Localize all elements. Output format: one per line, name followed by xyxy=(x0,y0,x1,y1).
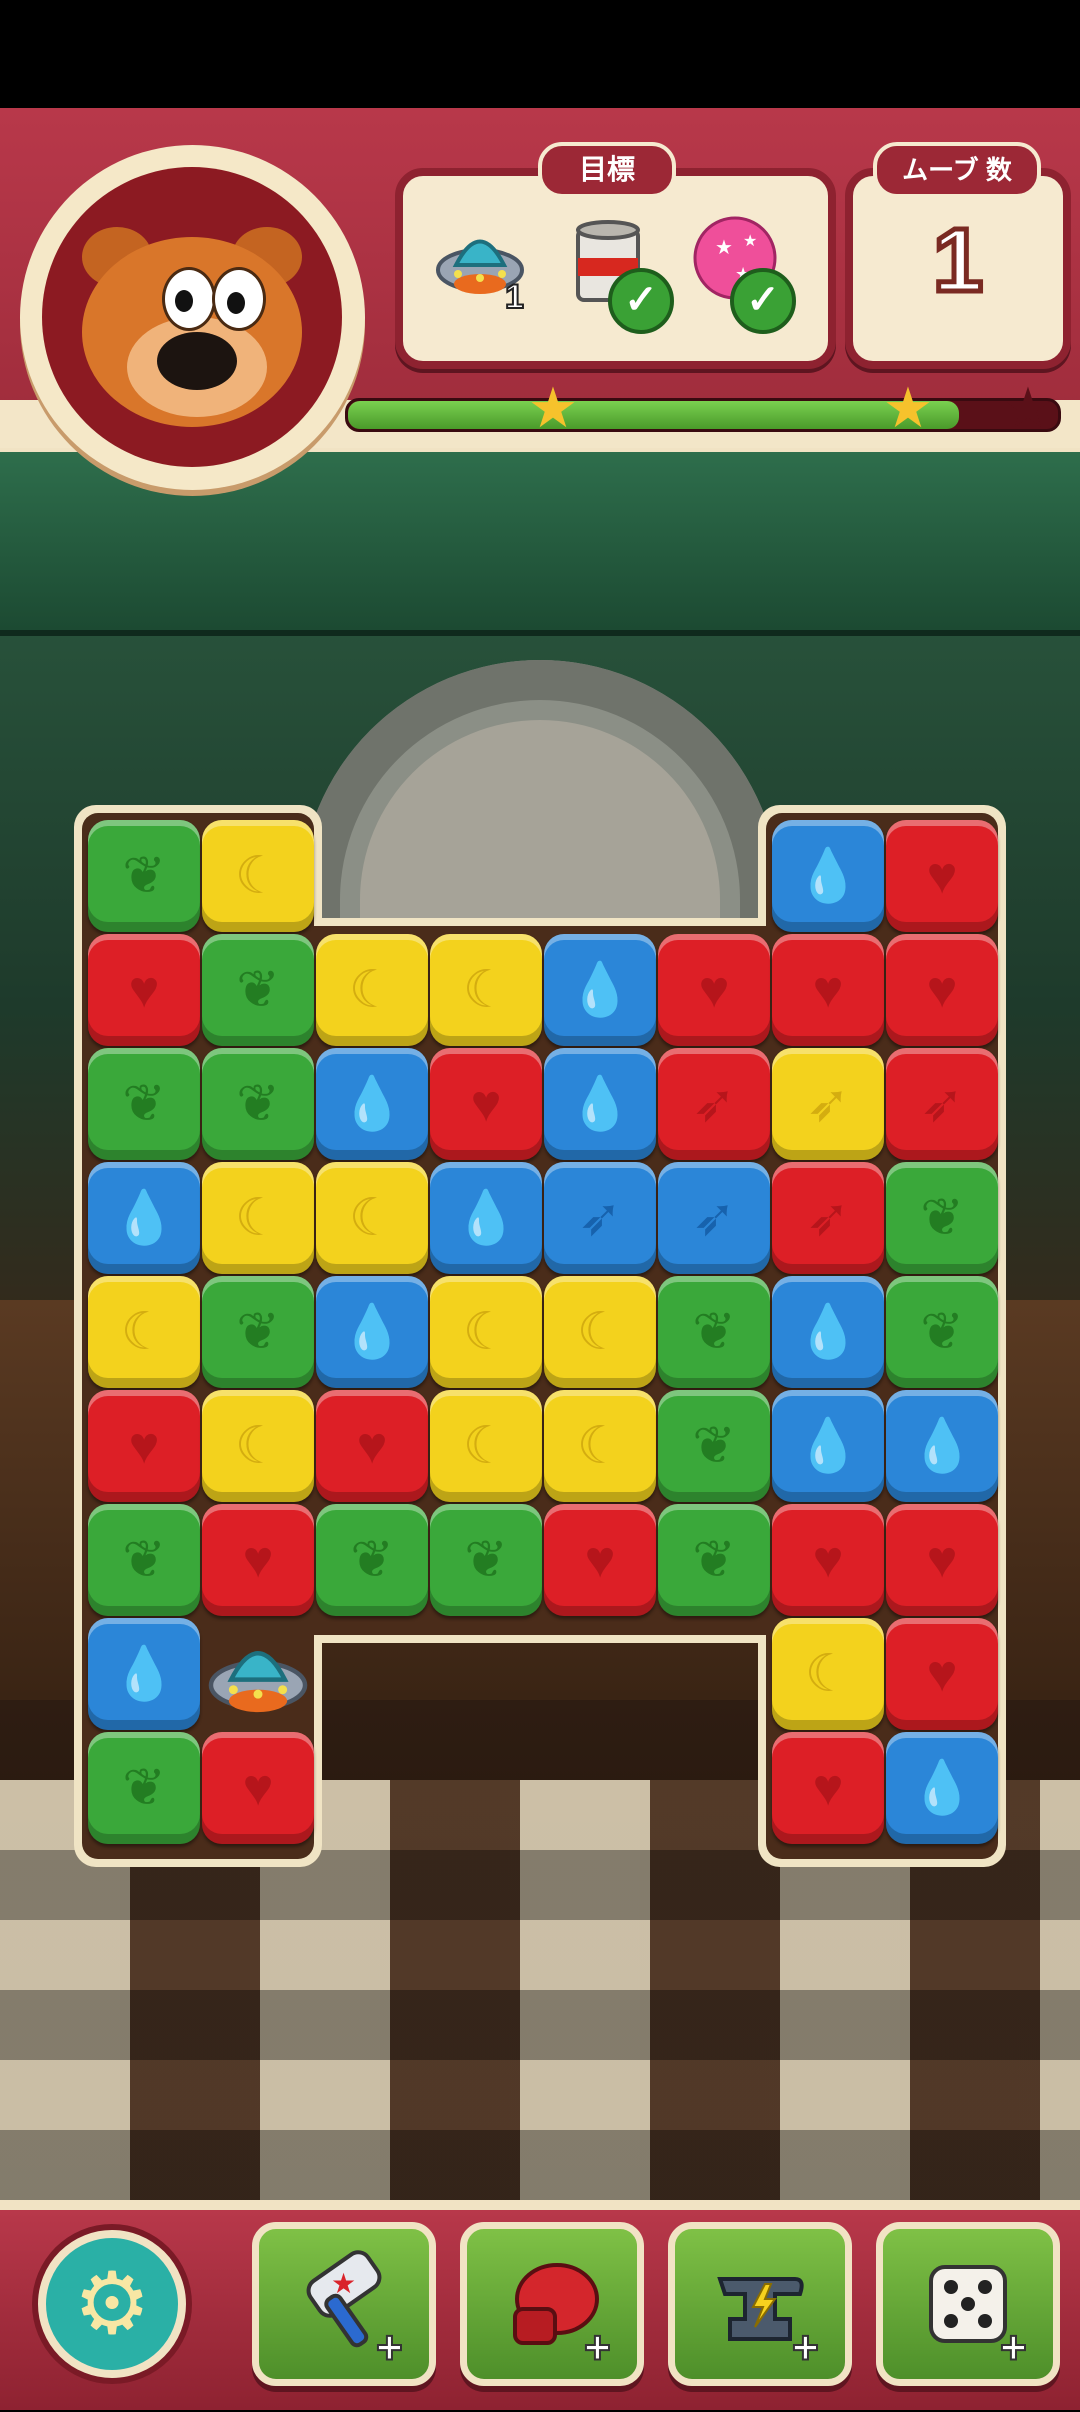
gear-icon[interactable]: ⚙ xyxy=(38,2230,186,2378)
red-heart-block[interactable]: ♥ xyxy=(772,1732,884,1844)
blue-drop-block[interactable]: 💧 xyxy=(772,1390,884,1502)
red-heart-block[interactable]: ♥ xyxy=(202,1504,314,1616)
moves-label: ムーブ 数 xyxy=(873,142,1041,198)
yellow-moon-block[interactable]: ☾ xyxy=(88,1276,200,1388)
blue-drop-block[interactable]: 💧 xyxy=(88,1618,200,1730)
star-2-icon: ★ xyxy=(882,376,934,439)
green-leaf-block[interactable]: ❦ xyxy=(88,1048,200,1160)
yellow-rocket-block[interactable]: ➶ xyxy=(772,1048,884,1160)
green-leaf-block[interactable]: ❦ xyxy=(658,1504,770,1616)
green-leaf-block[interactable]: ❦ xyxy=(88,820,200,932)
blue-drop-block[interactable]: 💧 xyxy=(316,1048,428,1160)
yellow-moon-block[interactable]: ☾ xyxy=(430,1276,542,1388)
red-heart-block[interactable]: ♥ xyxy=(88,934,200,1046)
green-leaf-block[interactable]: ❦ xyxy=(658,1390,770,1502)
yellow-moon-block[interactable]: ☾ xyxy=(430,934,542,1046)
yellow-moon-block[interactable]: ☾ xyxy=(316,934,428,1046)
blue-drop-block[interactable]: 💧 xyxy=(88,1162,200,1274)
red-heart-block[interactable]: ♥ xyxy=(772,934,884,1046)
boxing-glove-icon[interactable] xyxy=(460,2222,644,2386)
red-heart-block[interactable]: ♥ xyxy=(886,934,998,1046)
star-3-icon: ★ xyxy=(1002,376,1054,439)
blue-drop-block[interactable]: 💧 xyxy=(544,1048,656,1160)
blue-drop-block[interactable]: 💧 xyxy=(544,934,656,1046)
dice-icon[interactable] xyxy=(876,2222,1060,2386)
yellow-moon-block[interactable]: ☾ xyxy=(544,1276,656,1388)
bear-eye-icon xyxy=(212,267,266,331)
blue-drop-block[interactable]: 💧 xyxy=(772,1276,884,1388)
bear-nose-icon xyxy=(157,332,237,390)
green-leaf-block[interactable]: ❦ xyxy=(202,1276,314,1388)
yellow-moon-block[interactable]: ☾ xyxy=(202,820,314,932)
goal-complete-check-icon: ✓ xyxy=(730,268,796,334)
blue-rocket-block[interactable]: ➶ xyxy=(658,1162,770,1274)
green-leaf-block[interactable]: ❦ xyxy=(316,1504,428,1616)
red-heart-block[interactable]: ♥ xyxy=(886,1504,998,1616)
red-heart-block[interactable]: ♥ xyxy=(316,1390,428,1502)
moves-counter: 1 xyxy=(930,209,985,314)
red-heart-block[interactable]: ♥ xyxy=(88,1390,200,1502)
blue-drop-block[interactable]: 💧 xyxy=(886,1732,998,1844)
goal-ufo-count: 1 xyxy=(504,277,525,317)
avatar xyxy=(42,167,342,467)
red-heart-block[interactable]: ♥ xyxy=(430,1048,542,1160)
green-leaf-block[interactable]: ❦ xyxy=(88,1732,200,1844)
red-rocket-block[interactable]: ➶ xyxy=(658,1048,770,1160)
red-rocket-block[interactable]: ➶ xyxy=(772,1162,884,1274)
green-leaf-block[interactable]: ❦ xyxy=(88,1504,200,1616)
status-bar xyxy=(0,0,1080,108)
yellow-moon-block[interactable]: ☾ xyxy=(772,1618,884,1730)
red-rocket-block[interactable]: ➶ xyxy=(886,1048,998,1160)
anvil-icon[interactable] xyxy=(668,2222,852,2386)
yellow-moon-block[interactable]: ☾ xyxy=(430,1390,542,1502)
blue-drop-block[interactable]: 💧 xyxy=(316,1276,428,1388)
blue-drop-block[interactable]: 💧 xyxy=(772,820,884,932)
red-heart-block[interactable]: ♥ xyxy=(544,1504,656,1616)
svg-text:★: ★ xyxy=(743,231,757,250)
green-leaf-block[interactable]: ❦ xyxy=(430,1504,542,1616)
blue-rocket-block[interactable]: ➶ xyxy=(544,1162,656,1274)
red-heart-block[interactable]: ♥ xyxy=(886,820,998,932)
green-leaf-block[interactable]: ❦ xyxy=(202,1048,314,1160)
svg-text:★: ★ xyxy=(715,235,733,259)
plus-icon: + xyxy=(791,2320,820,2374)
green-leaf-block[interactable]: ❦ xyxy=(658,1276,770,1388)
yellow-moon-block[interactable]: ☾ xyxy=(202,1162,314,1274)
yellow-moon-block[interactable]: ☾ xyxy=(316,1162,428,1274)
bear-eye-icon xyxy=(162,267,216,331)
red-heart-block[interactable]: ♥ xyxy=(202,1732,314,1844)
plus-icon: + xyxy=(583,2320,612,2374)
goal-complete-check-icon: ✓ xyxy=(608,268,674,334)
goal-label: 目標 xyxy=(538,142,676,198)
score-progress-fill xyxy=(348,401,959,429)
plus-icon: + xyxy=(375,2320,404,2374)
svg-text:★: ★ xyxy=(331,2267,356,2300)
blue-drop-block[interactable]: 💧 xyxy=(430,1162,542,1274)
red-heart-block[interactable]: ♥ xyxy=(772,1504,884,1616)
green-leaf-block[interactable]: ❦ xyxy=(202,934,314,1046)
yellow-moon-block[interactable]: ☾ xyxy=(544,1390,656,1502)
red-heart-block[interactable]: ♥ xyxy=(886,1618,998,1730)
score-progress-bar xyxy=(345,398,1061,432)
yellow-moon-block[interactable]: ☾ xyxy=(202,1390,314,1502)
green-leaf-block[interactable]: ❦ xyxy=(886,1162,998,1274)
star-1-icon: ★ xyxy=(527,376,579,439)
ufo-blocker-icon[interactable] xyxy=(202,1618,314,1730)
blue-drop-block[interactable]: 💧 xyxy=(886,1390,998,1502)
hammer-icon[interactable]: ★ xyxy=(252,2222,436,2386)
red-heart-block[interactable]: ♥ xyxy=(658,934,770,1046)
plus-icon: + xyxy=(999,2320,1028,2374)
green-leaf-block[interactable]: ❦ xyxy=(886,1276,998,1388)
